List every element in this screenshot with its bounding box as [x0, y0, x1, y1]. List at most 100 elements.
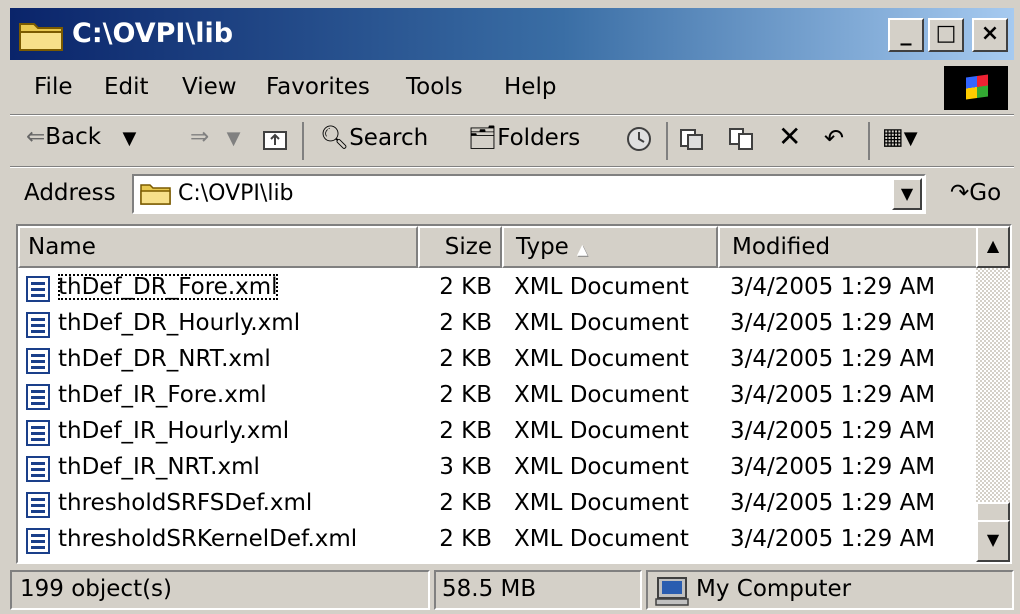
file-modified: 3/4/2005 1:29 AM [730, 346, 936, 372]
column-header-name-label: Name [28, 234, 96, 260]
file-type: XML Document [514, 382, 689, 408]
go-arrow-icon: ↷ [950, 180, 970, 206]
table-row[interactable]: thDef_DR_Fore.xml 2 KB XML Document 3/4/… [18, 270, 978, 306]
folders-label: Folders [497, 125, 581, 151]
back-arrow-icon: ⇐ [26, 124, 46, 150]
table-row[interactable]: thresholdSRKernelDef.xml 2 KB XML Docume… [18, 522, 978, 558]
column-header-type[interactable]: Type ▲ [502, 226, 718, 268]
column-header-size-label: Size [444, 234, 492, 260]
file-size: 2 KB [439, 526, 492, 552]
back-label: Back [45, 124, 102, 150]
forward-arrow-icon: ⇒ [190, 124, 210, 150]
toolbar-separator-2 [666, 122, 668, 160]
address-bar: Address C:\OVPI\lib ▼ ↷Go [10, 168, 1014, 220]
file-modified: 3/4/2005 1:29 AM [730, 526, 936, 552]
move-to-icon[interactable] [678, 126, 704, 152]
table-row[interactable]: thresholdSRFSDef.xml 2 KB XML Document 3… [18, 486, 978, 522]
back-button[interactable]: ⇐Back ▼ [26, 124, 136, 150]
xml-file-icon [26, 384, 50, 410]
file-list-view[interactable]: Name Size Type ▲ Modified thDef_DR_Fore.x… [16, 224, 1012, 564]
menu-favorites[interactable]: Favorites [266, 74, 370, 100]
file-name: thDef_DR_NRT.xml [58, 346, 271, 372]
go-button[interactable]: ↷Go [950, 180, 1001, 206]
minimize-button[interactable]: _ [888, 18, 924, 52]
xml-file-icon [26, 348, 50, 374]
back-dropdown-icon[interactable]: ▼ [122, 128, 136, 149]
xml-file-icon [26, 276, 50, 302]
forward-button[interactable]: ⇒ ▼ [190, 124, 240, 150]
status-bar: 199 object(s) 58.5 MB My Computer [10, 568, 1014, 612]
search-button[interactable]: 🔍︎Search [320, 124, 428, 151]
xml-file-icon [26, 492, 50, 518]
file-name: thDef_DR_Fore.xml [58, 274, 278, 300]
sort-ascending-icon: ▲ [576, 242, 588, 258]
menu-tools[interactable]: Tools [406, 74, 463, 100]
window-title: C:\OVPI\lib [72, 18, 234, 49]
forward-dropdown-icon: ▼ [226, 128, 241, 149]
table-row[interactable]: thDef_DR_NRT.xml 2 KB XML Document 3/4/2… [18, 342, 978, 378]
xml-file-icon [26, 420, 50, 446]
file-type: XML Document [514, 274, 689, 300]
windows-logo-icon [944, 66, 1008, 110]
menu-view[interactable]: View [182, 74, 237, 100]
file-type: XML Document [514, 490, 689, 516]
file-size: 2 KB [439, 382, 492, 408]
menu-edit[interactable]: Edit [104, 74, 149, 100]
file-modified: 3/4/2005 1:29 AM [730, 490, 936, 516]
address-label: Address [24, 180, 116, 206]
vertical-scrollbar[interactable]: ▲ ▼ [976, 226, 1010, 562]
scroll-up-button[interactable]: ▲ [976, 226, 1010, 268]
status-object-count: 199 object(s) [10, 570, 430, 610]
go-label: Go [969, 180, 1002, 206]
column-header-modified[interactable]: Modified [718, 226, 978, 268]
table-row[interactable]: thDef_IR_Fore.xml 2 KB XML Document 3/4/… [18, 378, 978, 414]
column-header-row: Name Size Type ▲ Modified [18, 226, 978, 268]
title-bar[interactable]: C:\OVPI\lib _ □ × [10, 8, 1014, 60]
file-type: XML Document [514, 418, 689, 444]
up-folder-icon[interactable] [262, 126, 288, 152]
table-row[interactable]: thDef_IR_Hourly.xml 2 KB XML Document 3/… [18, 414, 978, 450]
close-button[interactable]: × [972, 18, 1008, 52]
file-name: thDef_IR_Fore.xml [58, 382, 267, 408]
menu-help[interactable]: Help [504, 74, 556, 100]
menu-bar: File Edit View Favorites Tools Help [10, 62, 1014, 114]
table-row[interactable]: thDef_DR_Hourly.xml 2 KB XML Document 3/… [18, 306, 978, 342]
file-modified: 3/4/2005 1:29 AM [730, 310, 936, 336]
views-button[interactable]: ▦▼ [882, 124, 918, 150]
toolbar-separator-3 [868, 122, 870, 160]
delete-icon[interactable]: ✕ [778, 120, 801, 153]
table-row[interactable]: thDef_IR_NRT.xml 3 KB XML Document 3/4/2… [18, 450, 978, 486]
my-computer-icon [655, 577, 689, 606]
address-value: C:\OVPI\lib [178, 181, 294, 206]
column-header-name[interactable]: Name [18, 226, 418, 268]
file-size: 2 KB [439, 310, 492, 336]
folder-icon [19, 23, 63, 51]
undo-icon[interactable]: ↶ [824, 124, 844, 152]
column-header-modified-label: Modified [732, 234, 831, 260]
folder-icon [140, 184, 171, 205]
maximize-button[interactable]: □ [928, 18, 964, 52]
file-modified: 3/4/2005 1:29 AM [730, 418, 936, 444]
scroll-down-button[interactable]: ▼ [976, 520, 1010, 562]
file-size: 2 KB [439, 418, 492, 444]
file-type: XML Document [514, 526, 689, 552]
menu-file[interactable]: File [34, 74, 73, 100]
file-size: 2 KB [439, 274, 492, 300]
file-type: XML Document [514, 310, 689, 336]
address-dropdown-button[interactable]: ▼ [892, 178, 922, 210]
history-icon[interactable] [626, 126, 652, 152]
address-input[interactable]: C:\OVPI\lib ▼ [132, 174, 926, 214]
file-size: 2 KB [439, 490, 492, 516]
folders-button[interactable]: 🗂︎Folders [468, 124, 580, 151]
copy-to-icon[interactable] [728, 126, 754, 152]
status-zone: My Computer [646, 570, 1014, 610]
column-header-type-label: Type [516, 234, 569, 260]
explorer-window: C:\OVPI\lib _ □ × File Edit View Favorit… [0, 0, 1020, 614]
status-zone-label: My Computer [696, 576, 852, 602]
file-type: XML Document [514, 346, 689, 372]
status-size: 58.5 MB [434, 570, 642, 610]
xml-file-icon [26, 528, 50, 554]
search-icon: 🔍︎ [320, 125, 350, 151]
xml-file-icon [26, 456, 50, 482]
column-header-size[interactable]: Size [418, 226, 502, 268]
